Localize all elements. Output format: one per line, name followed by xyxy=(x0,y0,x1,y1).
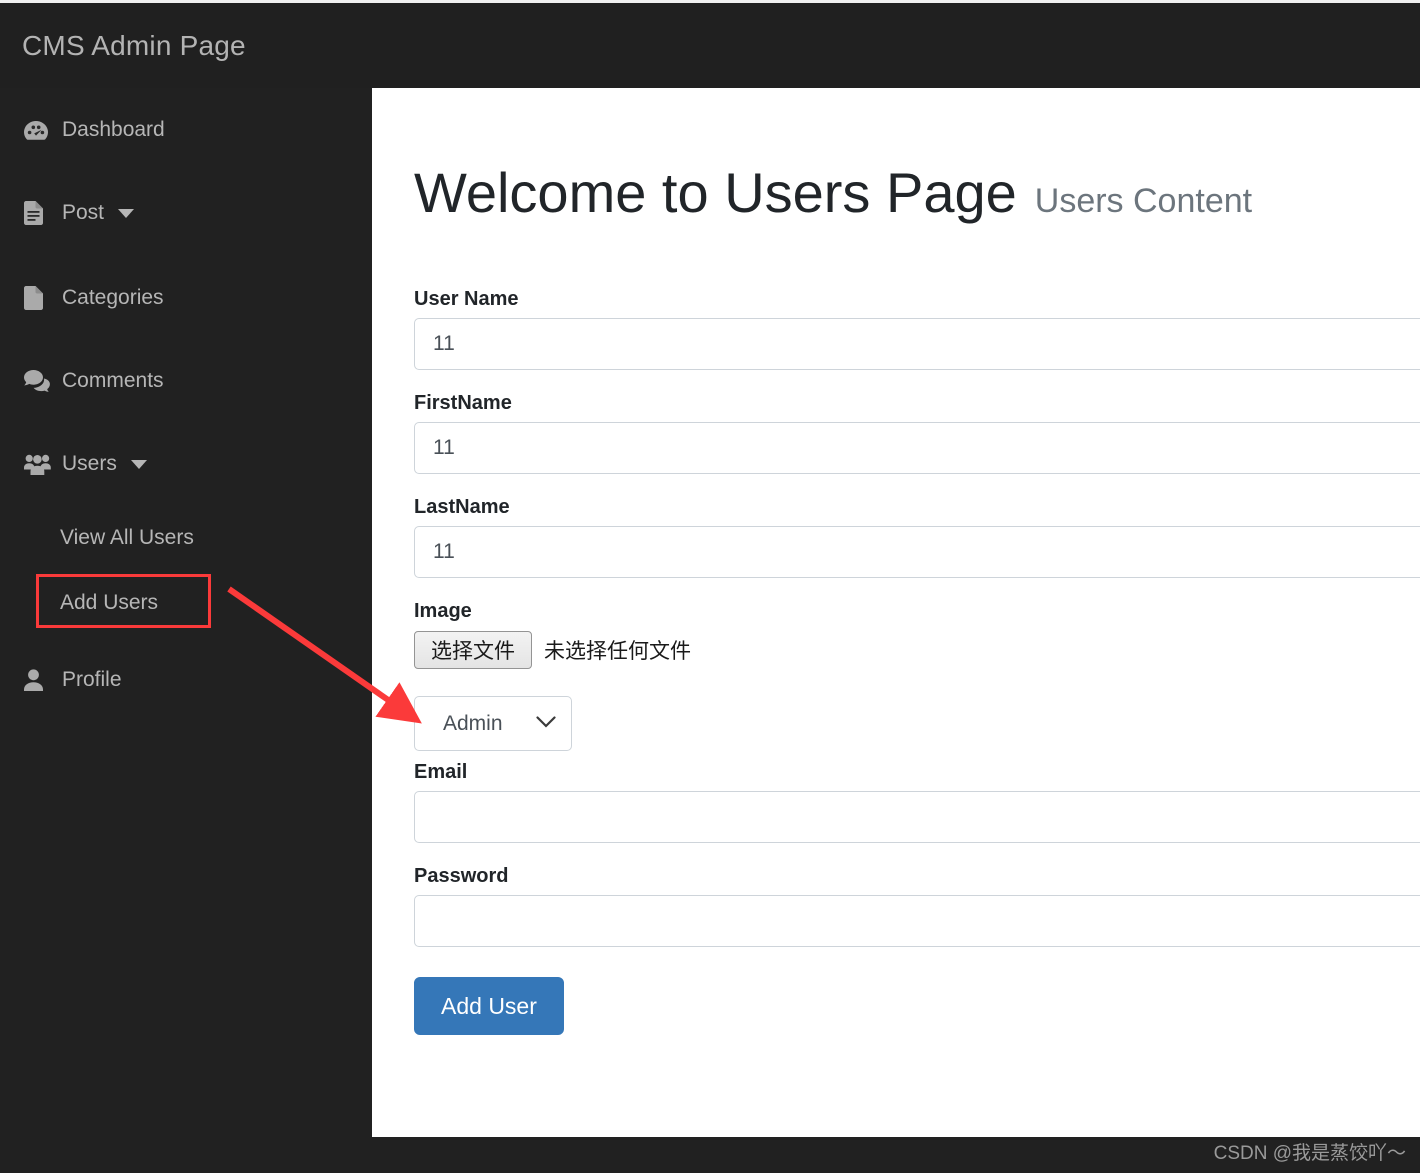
firstname-input[interactable] xyxy=(414,422,1420,474)
sidebar-item-users[interactable]: Users xyxy=(0,442,372,486)
sidebar-item-post[interactable]: Post xyxy=(0,191,372,235)
top-navbar: CMS Admin Page xyxy=(0,0,1420,88)
file-status-text: 未选择任何文件 xyxy=(544,640,691,663)
tachometer-icon xyxy=(24,118,54,142)
chevron-down-icon[interactable] xyxy=(118,208,135,218)
sidebar-item-label: Profile xyxy=(62,668,122,691)
sidebar-subitem-label: Add Users xyxy=(60,591,159,614)
user-icon xyxy=(24,668,54,692)
lastname-input[interactable] xyxy=(414,526,1420,578)
sidebar-item-dashboard[interactable]: Dashboard xyxy=(0,108,372,152)
app-brand-title[interactable]: CMS Admin Page xyxy=(22,30,246,62)
page-footer xyxy=(0,1137,1420,1173)
add-user-form: User Name FirstName LastName Image 选择文件 … xyxy=(414,288,1420,1035)
sidebar-item-label: Post xyxy=(62,201,105,224)
sidebar-item-comments[interactable]: Comments xyxy=(0,359,372,403)
file-lines-icon xyxy=(24,201,54,225)
email-label: Email xyxy=(414,761,468,783)
username-label: User Name xyxy=(414,288,519,310)
chevron-down-icon[interactable] xyxy=(130,459,147,469)
users-icon xyxy=(24,452,54,476)
username-input[interactable] xyxy=(414,318,1420,370)
choose-file-button[interactable]: 选择文件 xyxy=(414,631,532,669)
field-firstname: FirstName xyxy=(414,392,1420,474)
sidebar-subitem-add-users[interactable]: Add Users xyxy=(0,581,372,625)
admin-page-root: CMS Admin Page Dashboard Post Categories… xyxy=(0,0,1420,1173)
sidebar-item-label: Comments xyxy=(62,369,164,392)
sidebar-subitem-view-all-users[interactable]: View All Users xyxy=(0,516,372,560)
watermark-text: CSDN @我是蒸饺吖～ xyxy=(1213,1143,1406,1164)
sidebar-subitem-label: View All Users xyxy=(60,526,194,549)
firstname-label: FirstName xyxy=(414,392,512,414)
sidebar-item-label: Categories xyxy=(62,286,164,309)
sidebar-item-label: Dashboard xyxy=(62,118,165,141)
image-label: Image xyxy=(414,600,472,622)
sidebar-nav: Dashboard Post Categories Comments Users… xyxy=(0,88,372,1173)
page-title: Welcome to Users Page xyxy=(414,161,1017,224)
field-lastname: LastName xyxy=(414,496,1420,578)
field-password: Password xyxy=(414,865,1420,947)
field-image: Image 选择文件 未选择任何文件 xyxy=(414,600,1420,670)
password-input[interactable] xyxy=(414,895,1420,947)
file-icon xyxy=(24,286,54,310)
sidebar-item-profile[interactable]: Profile xyxy=(0,658,372,702)
lastname-label: LastName xyxy=(414,496,510,518)
password-label: Password xyxy=(414,865,509,887)
page-header: Welcome to Users Page Users Content xyxy=(414,165,1252,221)
page-subtitle: Users Content xyxy=(1034,182,1253,220)
sidebar-item-label: Users xyxy=(62,452,117,475)
sidebar-item-categories[interactable]: Categories xyxy=(0,276,372,320)
email-input[interactable] xyxy=(414,791,1420,843)
main-content: Welcome to Users Page Users Content User… xyxy=(372,88,1420,1137)
field-username: User Name xyxy=(414,288,1420,370)
add-user-button[interactable]: Add User xyxy=(414,977,564,1035)
comments-icon xyxy=(24,369,54,393)
role-select[interactable]: Admin xyxy=(414,696,572,751)
file-input-row[interactable]: 选择文件 未选择任何文件 xyxy=(414,630,1420,670)
field-email: Email xyxy=(414,761,1420,843)
field-role: Admin xyxy=(414,696,572,751)
